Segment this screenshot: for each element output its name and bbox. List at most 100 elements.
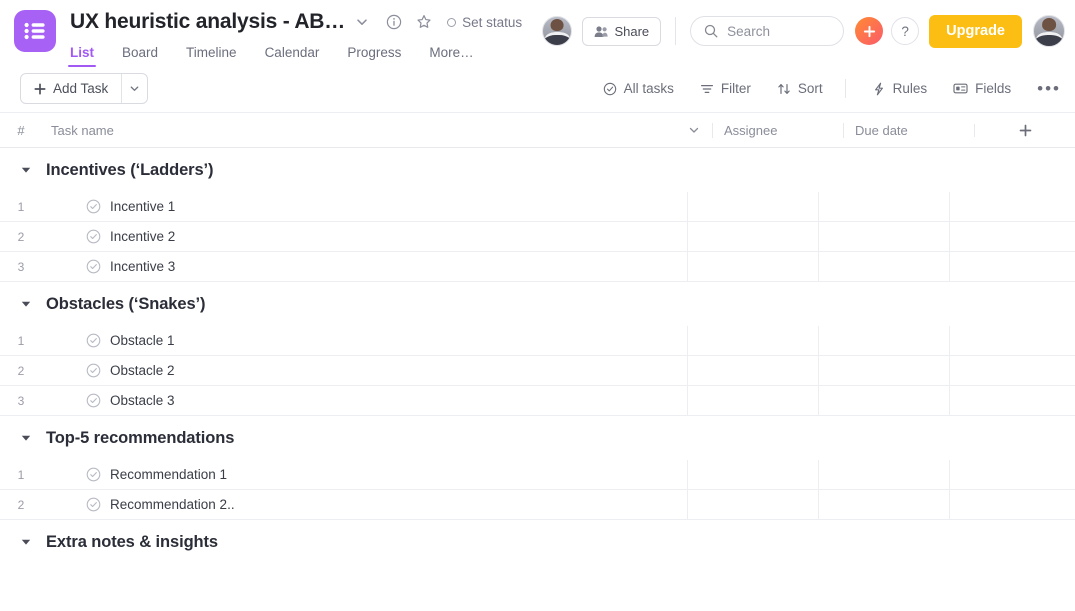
caret-down-icon[interactable]	[20, 536, 46, 548]
table-row[interactable]: 2 Obstacle 2	[0, 356, 1075, 386]
upgrade-button[interactable]: Upgrade	[929, 14, 1022, 48]
task-group-2: Top-5 recommendations 1 Recommendation 1…	[0, 416, 1075, 520]
row-extra-cell[interactable]	[949, 386, 1050, 415]
row-task-name-cell[interactable]: Obstacle 1	[42, 326, 687, 355]
check-circle-icon[interactable]	[86, 199, 101, 214]
add-task-button[interactable]: Add Task	[20, 73, 149, 104]
row-task-name: Recommendation 2..	[110, 497, 235, 512]
row-tail-spacer	[1050, 252, 1075, 281]
row-due-date-cell[interactable]	[818, 386, 949, 415]
search-icon	[704, 24, 718, 38]
task-group-header[interactable]: Incentives (‘Ladders’)	[0, 148, 1075, 192]
table-row[interactable]: 3 Incentive 3	[0, 252, 1075, 282]
row-due-date-cell[interactable]	[818, 490, 949, 519]
add-column-button[interactable]	[974, 123, 1075, 137]
plus-icon	[863, 25, 876, 38]
row-due-date-cell[interactable]	[818, 252, 949, 281]
row-due-date-cell[interactable]	[818, 460, 949, 489]
row-task-name-cell[interactable]: Incentive 1	[42, 192, 687, 221]
row-assignee-cell[interactable]	[687, 326, 818, 355]
set-status-button[interactable]: Set status	[447, 15, 522, 30]
search-input[interactable]: Search	[690, 16, 845, 46]
row-task-name-cell[interactable]: Incentive 2	[42, 222, 687, 251]
help-button[interactable]: ?	[891, 17, 920, 45]
avatar[interactable]	[1033, 15, 1065, 47]
row-task-name-cell[interactable]: Obstacle 2	[42, 356, 687, 385]
column-header-task-name[interactable]: Task name	[42, 123, 712, 138]
row-extra-cell[interactable]	[949, 326, 1050, 355]
check-circle-icon[interactable]	[86, 333, 101, 348]
task-group-header[interactable]: Top-5 recommendations	[0, 416, 1075, 460]
add-task-main[interactable]: Add Task	[21, 74, 121, 103]
share-button[interactable]: Share	[582, 16, 662, 46]
table-row[interactable]: 1 Recommendation 1	[0, 460, 1075, 490]
sort-button[interactable]: Sort	[777, 81, 823, 96]
row-assignee-cell[interactable]	[687, 222, 818, 251]
tab-progress[interactable]: Progress	[347, 42, 401, 67]
row-due-date-cell[interactable]	[818, 192, 949, 221]
row-due-date-cell[interactable]	[818, 326, 949, 355]
row-assignee-cell[interactable]	[687, 356, 818, 385]
column-header-due-date[interactable]: Due date	[843, 122, 974, 138]
table-row[interactable]: 1 Incentive 1	[0, 192, 1075, 222]
tab-board[interactable]: Board	[122, 42, 158, 67]
row-assignee-cell[interactable]	[687, 490, 818, 519]
tab-list[interactable]: List	[67, 42, 97, 67]
tab-more[interactable]: More…	[429, 42, 473, 67]
column-header-assignee[interactable]: Assignee	[712, 122, 843, 138]
row-due-date-cell[interactable]	[818, 222, 949, 251]
check-circle-icon[interactable]	[86, 497, 101, 512]
row-extra-cell[interactable]	[949, 222, 1050, 251]
chevron-down-icon[interactable]	[688, 124, 712, 136]
row-assignee-cell[interactable]	[687, 386, 818, 415]
row-extra-cell[interactable]	[949, 252, 1050, 281]
row-extra-cell[interactable]	[949, 460, 1050, 489]
tab-timeline[interactable]: Timeline	[186, 42, 237, 67]
chevron-down-icon[interactable]	[345, 8, 379, 36]
caret-down-icon[interactable]	[20, 432, 46, 444]
fields-button[interactable]: Fields	[953, 81, 1011, 96]
row-extra-cell[interactable]	[949, 192, 1050, 221]
row-index: 2	[17, 363, 25, 378]
list-logo-icon[interactable]	[14, 10, 56, 52]
row-task-name-cell[interactable]: Recommendation 2..	[42, 490, 687, 519]
task-group-header[interactable]: Extra notes & insights	[0, 520, 1075, 564]
app-header: UX heuristic analysis - AB… Set status L…	[0, 0, 1075, 67]
check-circle-icon[interactable]	[86, 229, 101, 244]
caret-down-icon[interactable]	[20, 298, 46, 310]
info-circle-icon[interactable]	[379, 8, 409, 36]
task-group-header[interactable]: Obstacles (‘Snakes’)	[0, 282, 1075, 326]
caret-down-icon[interactable]	[20, 164, 46, 176]
table-row[interactable]: 2 Recommendation 2..	[0, 490, 1075, 520]
check-circle-icon[interactable]	[86, 259, 101, 274]
row-index: 2	[17, 229, 25, 244]
row-task-name-cell[interactable]: Recommendation 1	[42, 460, 687, 489]
filter-icon	[700, 82, 714, 96]
check-circle-icon[interactable]	[86, 393, 101, 408]
all-tasks-button[interactable]: All tasks	[603, 81, 674, 96]
row-assignee-cell[interactable]	[687, 460, 818, 489]
table-row[interactable]: 2 Incentive 2	[0, 222, 1075, 252]
row-assignee-cell[interactable]	[687, 192, 818, 221]
row-due-date-cell[interactable]	[818, 356, 949, 385]
row-extra-cell[interactable]	[949, 356, 1050, 385]
star-icon[interactable]	[409, 8, 439, 36]
fields-icon	[953, 82, 968, 95]
filter-button[interactable]: Filter	[700, 81, 751, 96]
avatar[interactable]	[542, 16, 573, 46]
set-status-label: Set status	[462, 14, 523, 30]
row-assignee-cell[interactable]	[687, 252, 818, 281]
tab-calendar[interactable]: Calendar	[265, 42, 320, 67]
sort-label: Sort	[797, 81, 823, 96]
row-extra-cell[interactable]	[949, 490, 1050, 519]
table-row[interactable]: 3 Obstacle 3	[0, 386, 1075, 416]
row-task-name-cell[interactable]: Incentive 3	[42, 252, 687, 281]
rules-button[interactable]: Rules	[872, 81, 927, 96]
add-task-dropdown[interactable]	[121, 74, 147, 103]
create-new-button[interactable]	[855, 17, 884, 45]
table-row[interactable]: 1 Obstacle 1	[0, 326, 1075, 356]
ellipsis-icon[interactable]: •••	[1037, 80, 1061, 97]
row-task-name-cell[interactable]: Obstacle 3	[42, 386, 687, 415]
check-circle-icon[interactable]	[86, 363, 101, 378]
check-circle-icon[interactable]	[86, 467, 101, 482]
